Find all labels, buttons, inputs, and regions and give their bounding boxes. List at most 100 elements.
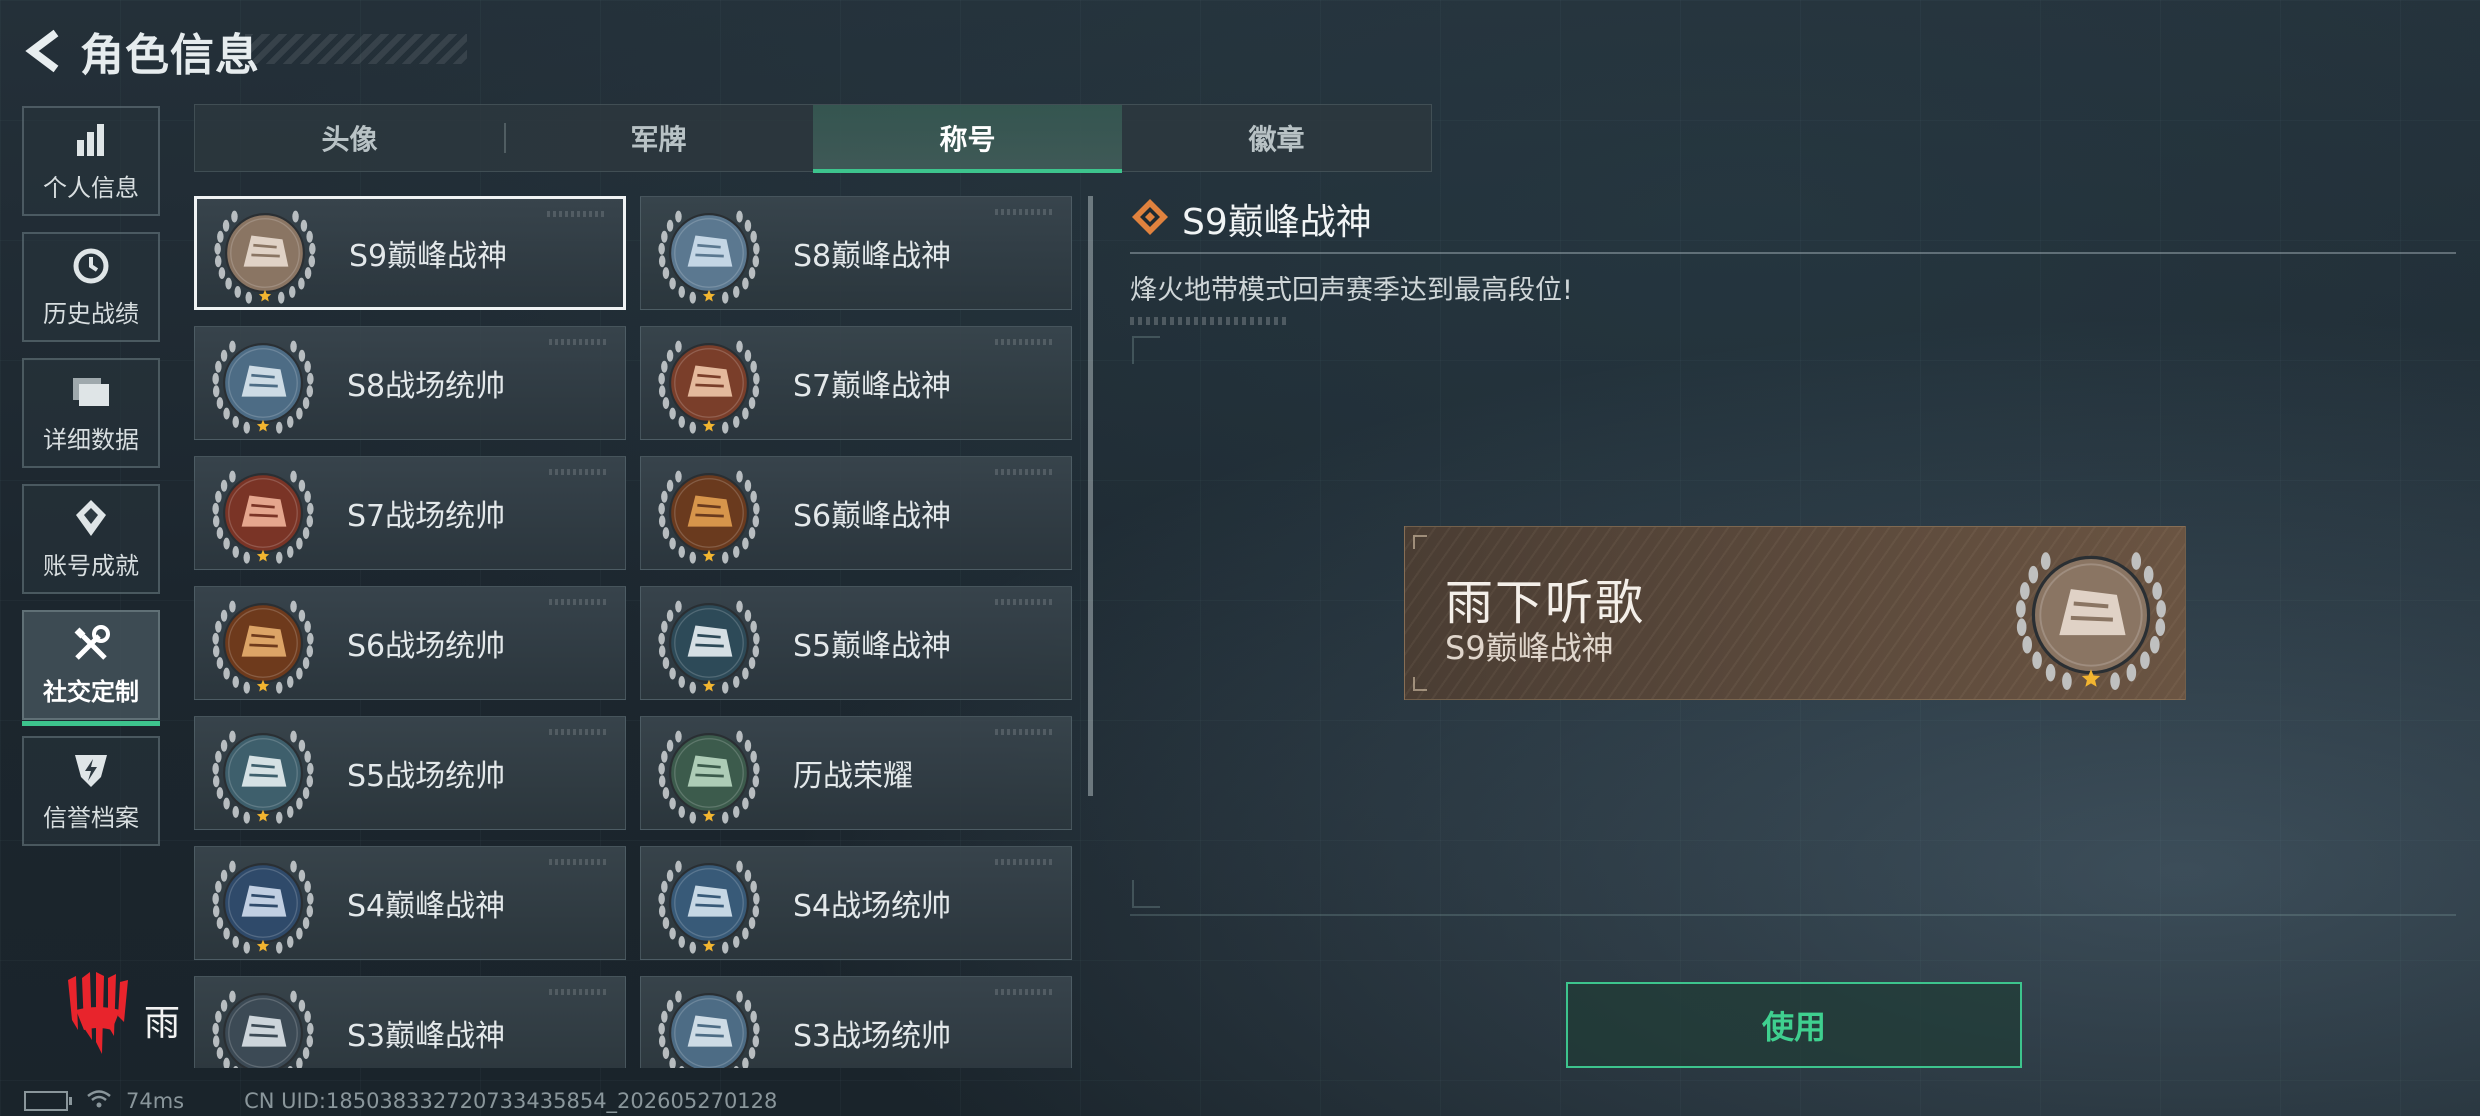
battery-icon [24, 1091, 72, 1111]
redmagic-logo [62, 970, 134, 1064]
detail-title: S9巅峰战神 [1182, 202, 1372, 243]
title-card[interactable]: S8巅峰战神 [640, 196, 1072, 310]
card-corner-decoration [549, 339, 609, 345]
card-corner-decoration [995, 859, 1055, 865]
preview-corner [1413, 677, 1427, 691]
title-card-label: S6巅峰战神 [793, 499, 952, 534]
status-bar: 74ms CN UID:185038332720733435854_202605… [24, 1088, 777, 1114]
header: 角色信息 [22, 20, 260, 82]
card-corner-decoration [549, 989, 609, 995]
armored-car-medal-icon [209, 459, 317, 567]
tab-title[interactable]: 称号 [813, 105, 1122, 173]
shield-t-medal-icon [655, 459, 763, 567]
title-card[interactable]: S6巅峰战神 [640, 456, 1072, 570]
card-corner-decoration [995, 989, 1055, 995]
title-card[interactable]: S4战场统帅 [640, 846, 1072, 960]
title-decoration [245, 34, 467, 64]
title-card-label: S3战场统帅 [793, 1019, 952, 1054]
title-card[interactable]: S7战场统帅 [194, 456, 626, 570]
card-corner-decoration [549, 599, 609, 605]
sidebar-item-reputation[interactable]: 信誉档案 [22, 736, 160, 846]
page-title: 角色信息 [80, 30, 260, 81]
diver-mask-medal-icon [655, 589, 763, 697]
title-card-label: S7巅峰战神 [793, 369, 952, 404]
tank-medal-icon [655, 979, 763, 1068]
detail-description: 烽火地带模式回声赛季达到最高段位! [1130, 275, 1573, 306]
card-corner-decoration [549, 859, 609, 865]
title-card[interactable]: 历战荣耀 [640, 716, 1072, 830]
missile-medal-icon [655, 849, 763, 957]
title-card[interactable]: S5巅峰战神 [640, 586, 1072, 700]
wrench-screwdriver-icon [71, 624, 111, 664]
sidebar-item-profile[interactable]: 个人信息 [22, 106, 160, 216]
tab-dogtag[interactable]: 军牌 [504, 105, 813, 171]
title-card[interactable]: S6战场统帅 [194, 586, 626, 700]
back-arrow-icon[interactable] [22, 29, 66, 73]
title-card-label: S7战场统帅 [347, 499, 506, 534]
card-corner-decoration [995, 599, 1055, 605]
achievement-diamond-icon [72, 498, 110, 538]
bar-chart-icon [73, 120, 109, 160]
boat-medal-icon [209, 719, 317, 827]
clock-history-icon [72, 246, 110, 286]
title-card[interactable]: S3巅峰战神 [194, 976, 626, 1068]
title-card-label: S6战场统帅 [347, 629, 506, 664]
fortress-medal-icon [211, 199, 319, 307]
title-card[interactable]: S8战场统帅 [194, 326, 626, 440]
sidebar-item-label: 账号成就 [43, 551, 139, 580]
title-card[interactable]: S4巅峰战神 [194, 846, 626, 960]
tab-badge[interactable]: 徽章 [1122, 105, 1431, 171]
detail-divider [1130, 252, 2456, 254]
card-corner-decoration [549, 469, 609, 475]
sidebar-item-label: 社交定制 [43, 677, 139, 706]
blue-emblem-medal-icon [655, 199, 763, 307]
trophy-medal-icon [655, 719, 763, 827]
folder-stack-icon [71, 372, 111, 412]
frame-corner [1132, 880, 1160, 908]
card-corner-decoration [995, 339, 1055, 345]
title-card-label: S4巅峰战神 [347, 889, 506, 924]
card-corner-decoration [547, 211, 607, 217]
sidebar-item-label: 信誉档案 [43, 803, 139, 832]
wifi-icon [86, 1089, 112, 1114]
title-preview-card: 雨下听歌 S9巅峰战神 [1404, 526, 2186, 700]
diamond-rank-icon [1130, 197, 1170, 241]
tab-avatar[interactable]: 头像 [195, 105, 504, 171]
sidebar-item-history[interactable]: 历史战绩 [22, 232, 160, 342]
sidebar: 个人信息 历史战绩 详细数据 账号成就 社交定制 信誉档案 [22, 106, 164, 862]
title-card[interactable]: S9巅峰战神 [194, 196, 626, 310]
sidebar-item-label: 历史战绩 [43, 299, 139, 328]
card-corner-decoration [995, 729, 1055, 735]
preview-title: S9巅峰战神 [1445, 629, 1614, 667]
sidebar-item-social[interactable]: 社交定制 [22, 610, 160, 726]
helmet-medal-icon [209, 849, 317, 957]
preview-baseline [1130, 914, 2456, 916]
title-card-label: S9巅峰战神 [349, 239, 508, 274]
globe-medal-icon [209, 979, 317, 1068]
title-list: S9巅峰战神 S8巅峰战神 S8战场统帅 S7巅峰战神 S7战场统帅 S6巅峰战 [194, 196, 1074, 1068]
title-detail: S9巅峰战神 烽火地带模式回声赛季达到最高段位! [1130, 196, 2456, 325]
shield-bolt-icon [73, 750, 109, 790]
title-card[interactable]: S3战场统帅 [640, 976, 1072, 1068]
card-corner-decoration [549, 729, 609, 735]
card-corner-decoration [995, 209, 1055, 215]
title-card-label: S3巅峰战神 [347, 1019, 506, 1054]
title-list-scrollbar[interactable] [1088, 196, 1093, 796]
title-card-label: S8巅峰战神 [793, 239, 952, 274]
title-card-label: S8战场统帅 [347, 369, 506, 404]
logo-text: 雨 [144, 1003, 181, 1044]
jet-medal-icon [209, 589, 317, 697]
sidebar-item-achievements[interactable]: 账号成就 [22, 484, 160, 594]
title-card-label: S4战场统帅 [793, 889, 952, 924]
use-button[interactable]: 使用 [1566, 982, 2022, 1068]
title-card[interactable]: S5战场统帅 [194, 716, 626, 830]
card-corner-decoration [995, 469, 1055, 475]
ping-text: 74ms [126, 1089, 185, 1113]
uid-text: CN UID:185038332720733435854_20260527012… [244, 1089, 778, 1113]
preview-corner [1413, 535, 1427, 549]
tab-bar: 头像 军牌 称号 徽章 [194, 104, 1432, 173]
crossbow-medal-icon [655, 329, 763, 437]
frame-corner [1132, 336, 1160, 364]
sidebar-item-details[interactable]: 详细数据 [22, 358, 160, 468]
title-card[interactable]: S7巅峰战神 [640, 326, 1072, 440]
